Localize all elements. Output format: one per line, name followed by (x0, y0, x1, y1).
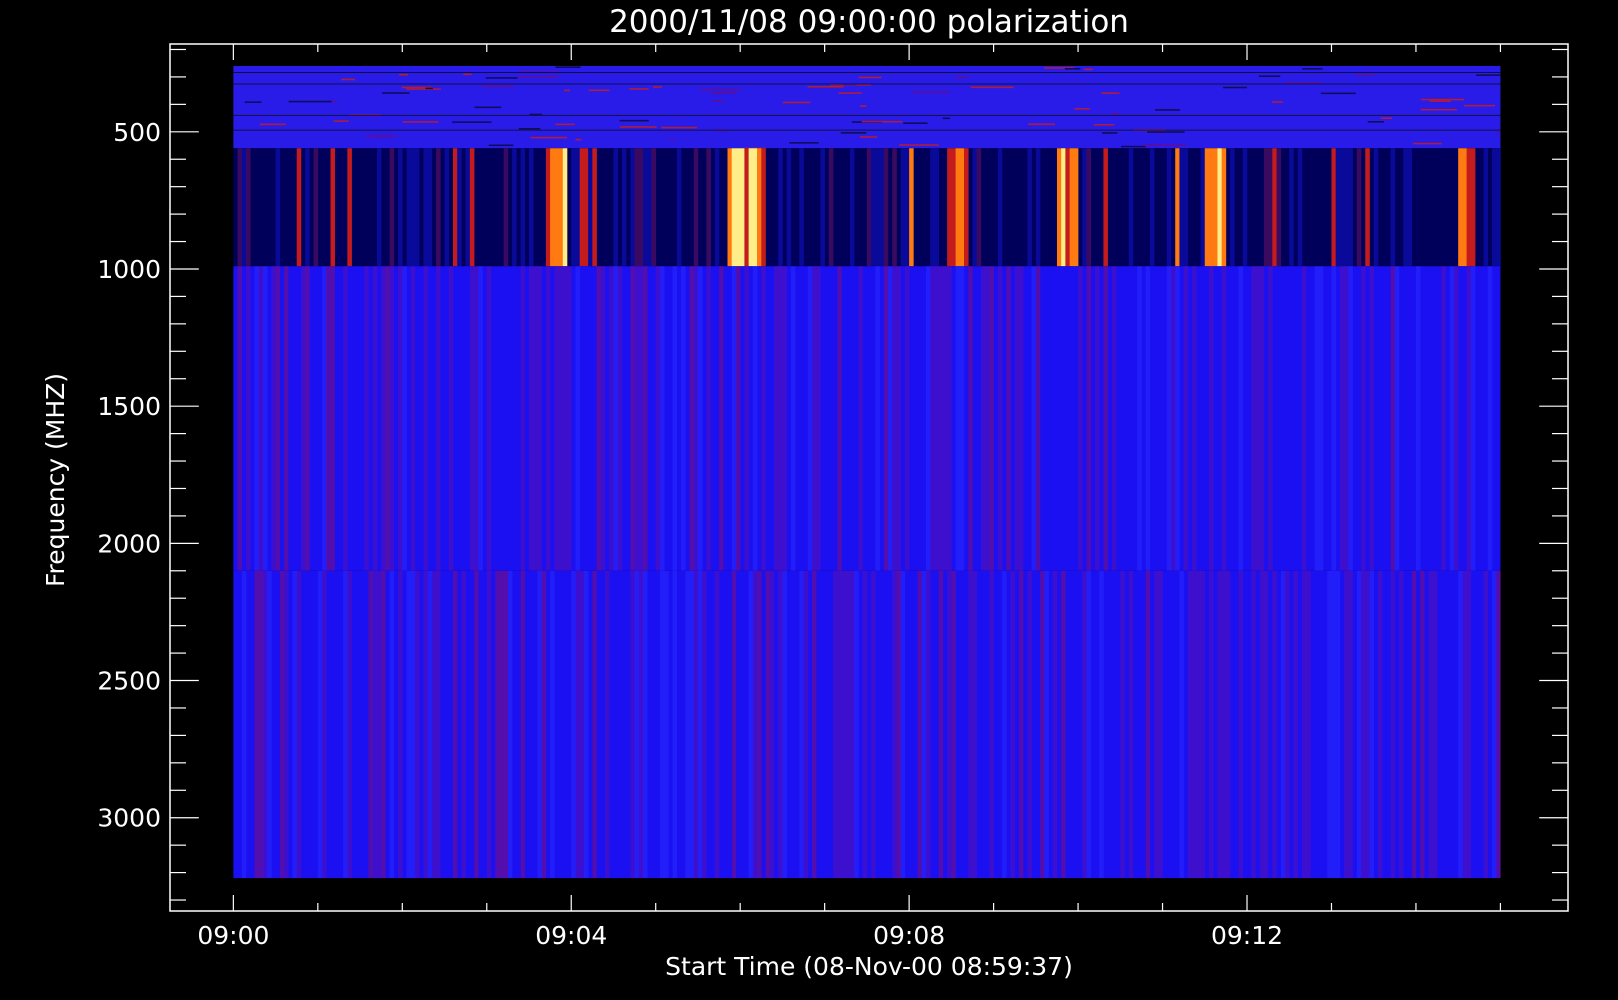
band-1-fill (233, 65, 1501, 149)
band-2-fill (233, 148, 1501, 267)
band-4 (233, 570, 1501, 879)
y-tick-label: 2000 (97, 529, 161, 558)
x-tick-label: 09:04 (535, 921, 607, 950)
y-tick-label: 1000 (97, 255, 161, 284)
x-tick-label: 09:00 (197, 921, 269, 950)
spectrogram-chart: 09:00 09:04 09:08 09:12 500 1000 1500 2000 2500 3… (0, 0, 1618, 1000)
y-tick-label: 3000 (97, 804, 161, 833)
band-2 (233, 148, 1501, 267)
y-tick-label: 1500 (97, 392, 161, 421)
x-tick-label: 09:12 (1211, 921, 1283, 950)
chart-title: 2000/11/08 09:00:00 polarization (609, 4, 1129, 40)
x-tick-label: 09:08 (873, 921, 945, 950)
y-tick-label: 2500 (97, 667, 161, 696)
band-3 (233, 266, 1501, 571)
band-3-fill (233, 266, 1501, 571)
x-axis-label: Start Time (08-Nov-00 08:59:37) (665, 952, 1073, 981)
spectrogram-heatmap (233, 65, 1501, 879)
y-axis-label: Frequency (MHZ) (41, 373, 70, 587)
y-tick-label: 500 (113, 118, 161, 147)
band-1 (233, 65, 1501, 150)
